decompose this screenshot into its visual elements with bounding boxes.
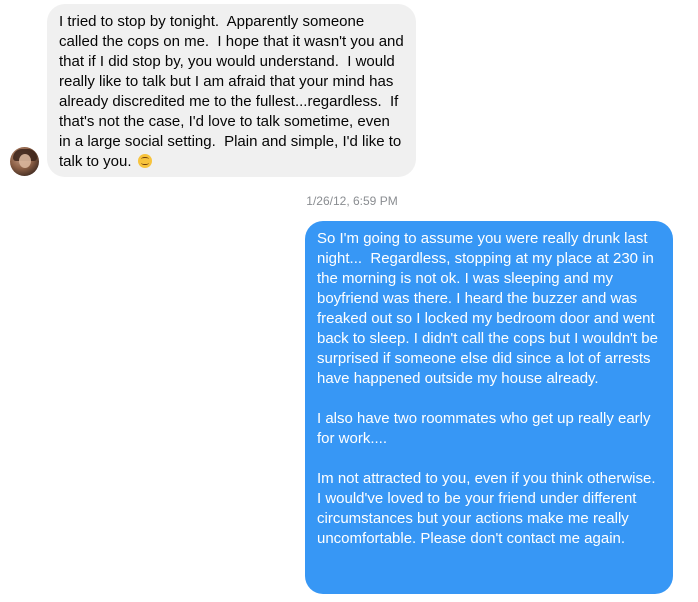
outgoing-message-text: So I'm going to assume you were really d… [317,230,658,547]
smiling-face-icon [137,154,152,168]
avatar-face [19,154,31,168]
message-timestamp: 1/26/12, 6:59 PM [306,194,398,208]
incoming-message-bubble[interactable]: I tried to stop by tonight. Apparently s… [47,4,416,177]
outgoing-message-bubble[interactable]: So I'm going to assume you were really d… [305,221,673,594]
incoming-message-text: I tried to stop by tonight. Apparently s… [59,13,408,170]
sender-avatar[interactable] [10,147,39,176]
message-thread: I tried to stop by tonight. Apparently s… [0,0,698,602]
